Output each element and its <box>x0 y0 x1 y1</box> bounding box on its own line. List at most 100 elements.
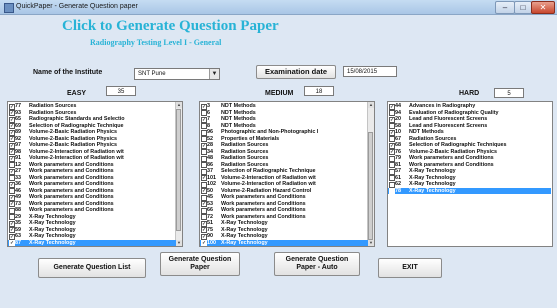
easy-list-item[interactable]: ✓ 92 Volume-2-Basic Radiation Physics <box>8 136 176 142</box>
minimize-button[interactable]: – <box>495 1 515 14</box>
hard-list-item[interactable]: 67 Radiation Sources <box>388 136 551 142</box>
medium-list-item[interactable]: 6 NDT Methods <box>200 110 368 116</box>
medium-list-item[interactable]: 34 Radiation Sources <box>200 149 368 155</box>
easy-list-item[interactable]: 33 Work parameters and Conditions <box>8 175 176 181</box>
easy-list-item[interactable]: ✓ 63 X-Ray Technology <box>8 233 176 240</box>
medium-question-list[interactable]: ▲ ▼ ✓ 3 NDT Methods 6 NDT Methods ✓ 7 NDT Metho… <box>199 101 375 247</box>
question-topic: Radiation Sources <box>409 135 457 142</box>
medium-list-scrollbar[interactable]: ▲ ▼ <box>367 102 374 246</box>
medium-list-item[interactable]: 45 Work parameters and Conditions <box>200 194 368 201</box>
easy-list-item[interactable]: ✓ 49 Work parameters and Conditions <box>8 194 176 201</box>
scroll-up-icon[interactable]: ▲ <box>368 102 374 108</box>
scroll-thumb[interactable] <box>176 109 181 231</box>
examination-date-button[interactable]: Examination date <box>256 65 336 79</box>
title-bar[interactable]: QuickPaper - Generate Question paper – □… <box>0 0 557 15</box>
institute-select[interactable]: SNT Pune ▼ <box>134 68 220 80</box>
medium-list-item[interactable]: 72 Work parameters and Conditions <box>200 214 368 220</box>
question-number: 78 <box>395 187 401 194</box>
easy-list-item[interactable]: ✓ 27 Work parameters and Conditions <box>8 168 176 175</box>
question-topic: NDT Methods <box>221 122 256 129</box>
medium-list-item[interactable]: ✓ 90 X-Ray Technology <box>200 233 368 240</box>
medium-list-item[interactable]: 8 NDT Methods <box>200 123 368 129</box>
medium-list-item[interactable]: ✓ 3 NDT Methods <box>200 103 368 110</box>
scroll-up-icon[interactable]: ▲ <box>176 102 182 108</box>
exam-date-field[interactable]: 15/08/2015 <box>343 66 397 77</box>
hard-list-item[interactable]: ✓ 44 Advances in Radiography <box>388 103 551 110</box>
generate-question-paper-auto-button[interactable]: Generate Question Paper - Auto <box>274 252 360 276</box>
question-number: 93 <box>15 109 21 116</box>
medium-list-item[interactable]: 66 Work parameters and Conditions <box>200 207 368 214</box>
question-topic: Volume-2-Interaction of Radiation wit <box>29 148 124 155</box>
maximize-button[interactable]: □ <box>514 1 532 14</box>
easy-list-item[interactable]: ✓ 77 Radiation Sources <box>8 103 176 110</box>
easy-list-item[interactable]: ✓ 91 Volume-2-Interaction of Radiation wit <box>8 155 176 162</box>
easy-list-item[interactable]: ✓ 69 Selection of Radiographic Technique <box>8 123 176 129</box>
easy-list-item[interactable]: ✓ 98 Volume-2-Interaction of Radiation wit <box>8 149 176 155</box>
medium-list-item[interactable]: 52 Properties of Materials <box>200 136 368 142</box>
generate-question-paper-button[interactable]: Generate Question Paper <box>160 252 240 276</box>
generate-question-list-button[interactable]: Generate Question List <box>38 258 146 278</box>
hard-question-list[interactable]: ✓ 44 Advances in Radiography 94 Evaluation o… <box>387 101 553 247</box>
easy-list-item[interactable]: ✓ 89 Volume-2-Basic Radiation Physics <box>8 129 176 136</box>
medium-list-item[interactable]: 86 Radiation Sources <box>200 162 368 168</box>
hard-count-field[interactable]: 5 <box>494 88 524 98</box>
medium-list-item[interactable]: ✓ 53 Work parameters and Conditions <box>200 201 368 207</box>
question-number: 98 <box>15 148 21 155</box>
medium-list-item[interactable]: 102 Volume-2-Interaction of Radiation wit <box>200 181 368 188</box>
easy-count-field[interactable]: 35 <box>106 86 136 96</box>
hard-list-item[interactable]: ✓ 20 Lead and Fluorescent Screens <box>388 116 551 123</box>
medium-list-item[interactable]: 37 Selection of Radiographic Technique <box>200 168 368 175</box>
hard-list-item[interactable]: 81 Work parameters and Conditions <box>388 162 551 168</box>
medium-list-item[interactable]: ✓ 7 NDT Methods <box>200 116 368 123</box>
easy-list-item[interactable]: 46 Work parameters and Conditions <box>8 188 176 194</box>
scroll-down-icon[interactable]: ▼ <box>176 240 182 246</box>
medium-list-item[interactable]: ✓ 101 Volume-2-Interaction of Radiation wi… <box>200 175 368 181</box>
medium-list-item[interactable]: ✓ 50 Volume-2-Radiation Hazard Control <box>200 188 368 194</box>
easy-list-item[interactable]: ✓ 59 X-Ray Technology <box>8 227 176 233</box>
medium-list-item[interactable]: 48 Radiation Sources <box>200 155 368 162</box>
chevron-down-icon[interactable]: ▼ <box>209 69 219 79</box>
hard-list-item[interactable]: 78 X-Ray Technology <box>388 187 551 194</box>
hard-list-item[interactable]: 58 Lead and Fluorescent Screens <box>388 123 551 129</box>
close-button[interactable]: ✕ <box>531 1 555 14</box>
easy-list-item[interactable]: 12 Work parameters and Conditions <box>8 162 176 168</box>
hard-list-item[interactable]: 57 X-Ray Technology <box>388 168 551 175</box>
hard-list-item[interactable]: ✓ 76 Volume-2-Basic Radiation Physics <box>388 149 551 155</box>
question-topic: Lead and Fluorescent Screens <box>409 122 488 129</box>
easy-list-item[interactable]: ✓ 97 Volume-2-Basic Radiation Physics <box>8 142 176 149</box>
hard-list-item[interactable]: 62 X-Ray Technology <box>388 181 551 188</box>
question-topic: Properties of Materials <box>221 135 280 142</box>
easy-question-list[interactable]: ▲ ▼ ✓ 77 Radiation Sources ✓ 93 Radiation Sou… <box>7 101 183 247</box>
medium-count-field[interactable]: 18 <box>304 86 334 96</box>
question-topic: Radiation Sources <box>221 142 269 148</box>
easy-list-item[interactable]: ✓ 35 X-Ray Technology <box>8 220 176 227</box>
hard-list-item[interactable]: ✓ 10 NDT Methods <box>388 129 551 136</box>
scroll-down-icon[interactable]: ▼ <box>368 240 374 246</box>
medium-list-item[interactable]: ✓ 28 Radiation Sources <box>200 142 368 149</box>
question-topic: Volume-2-Basic Radiation Physics <box>29 142 117 148</box>
medium-list-item[interactable]: 96 Photographic and Non-Photographic I <box>200 129 368 136</box>
exit-button[interactable]: EXIT <box>378 258 442 278</box>
medium-list-item[interactable]: ✓ 100 X-Ray Technology <box>200 239 368 246</box>
easy-list-scrollbar[interactable]: ▲ ▼ <box>175 102 182 246</box>
question-topic: Work parameters and Conditions <box>409 155 494 161</box>
easy-list-item[interactable]: ✓ 73 Work parameters and Conditions <box>8 201 176 207</box>
question-topic: Radiation Sources <box>29 103 77 109</box>
easy-list-item[interactable]: 29 X-Ray Technology <box>8 214 176 220</box>
question-number: 8 <box>207 122 210 129</box>
medium-list-item[interactable]: ✓ 51 X-Ray Technology <box>200 220 368 227</box>
question-topic: Work parameters and Conditions <box>221 200 306 207</box>
hard-list-item[interactable]: 94 Evaluation of Radiographic Quality <box>388 110 551 116</box>
hard-list-item[interactable]: 61 X-Ray Technology <box>388 175 551 181</box>
hard-list-item[interactable]: 79 Work parameters and Conditions <box>388 155 551 162</box>
question-number: 36 <box>15 181 21 187</box>
hard-list-item[interactable]: ✓ 68 Selection of Radiographic Techniques <box>388 142 551 149</box>
easy-list-item[interactable]: 88 Work parameters and Conditions <box>8 207 176 214</box>
easy-list-item[interactable]: ✓ 87 X-Ray Technology <box>8 239 176 246</box>
easy-list-item[interactable]: ✓ 65 Radiographic Standards and Selectio <box>8 116 176 123</box>
easy-list-item[interactable]: ✓ 36 Work parameters and Conditions <box>8 181 176 188</box>
easy-list-item[interactable]: ✓ 93 Radiation Sources <box>8 110 176 116</box>
medium-list-item[interactable]: ✓ 75 X-Ray Technology <box>200 227 368 233</box>
scroll-thumb[interactable] <box>368 132 373 240</box>
question-number: 63 <box>15 233 21 239</box>
